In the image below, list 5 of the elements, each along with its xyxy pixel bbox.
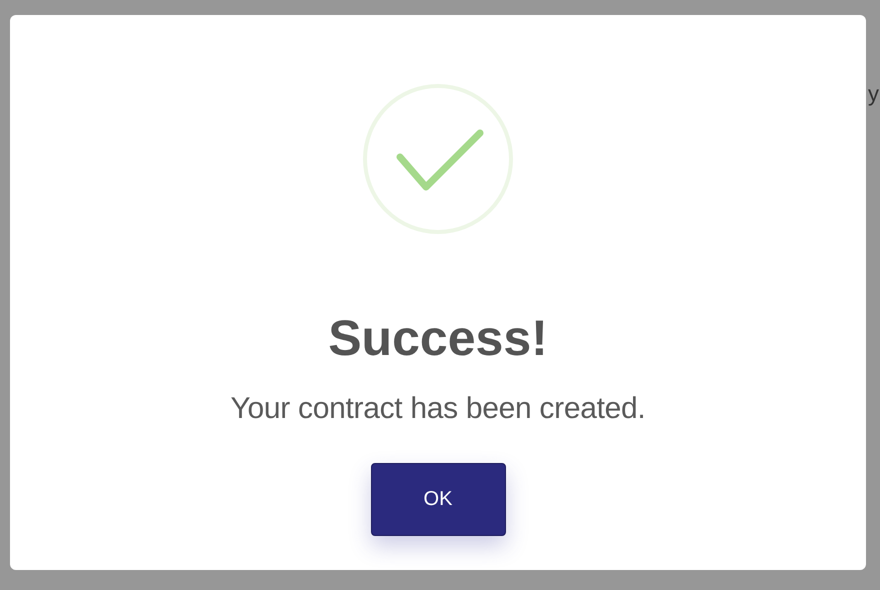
ok-button[interactable]: OK [370,463,506,536]
dialog-message: Your contract has been created. [230,391,646,427]
background-text: y [868,81,879,107]
checkmark-icon [362,83,514,235]
dialog-title: Success! [328,309,548,368]
